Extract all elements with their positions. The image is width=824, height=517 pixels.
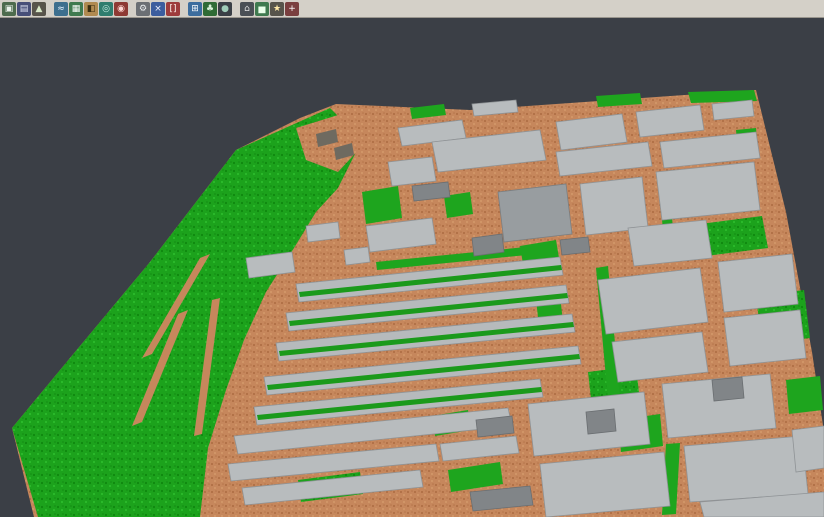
building-dark — [586, 409, 616, 434]
clip-brackets-icon[interactable]: [] — [166, 2, 180, 16]
building — [724, 310, 806, 366]
building — [656, 162, 760, 220]
world-icon[interactable]: ● — [218, 2, 232, 16]
grid-view-icon[interactable]: ⊞ — [188, 2, 202, 16]
histogram-icon[interactable]: ▅ — [255, 2, 269, 16]
volume-box-icon[interactable]: ◧ — [84, 2, 98, 16]
application-window: ▣▤▲ ≈▦◧◎◉ ⚙×[] ⊞♣● ⌂▅★+ — [0, 0, 824, 517]
settings-gear-icon[interactable]: ⚙ — [136, 2, 150, 16]
home-view-icon[interactable]: ⌂ — [240, 2, 254, 16]
building-dark — [472, 234, 504, 256]
layers-icon[interactable]: ▦ — [69, 2, 83, 16]
building-dark — [560, 237, 590, 255]
vegetation-icon[interactable]: ♣ — [203, 2, 217, 16]
building — [540, 452, 670, 517]
building — [598, 268, 708, 334]
delete-cross-icon[interactable]: × — [151, 2, 165, 16]
terrain-icon[interactable]: ▲ — [32, 2, 46, 16]
toolbar: ▣▤▲ ≈▦◧◎◉ ⚙×[] ⊞♣● ⌂▅★+ — [0, 0, 824, 18]
screen-capture-icon[interactable]: ▣ — [2, 2, 16, 16]
building — [306, 222, 340, 242]
building — [718, 254, 798, 312]
add-icon[interactable]: + — [285, 2, 299, 16]
building — [792, 426, 824, 472]
3d-viewport[interactable] — [0, 0, 824, 517]
building-dark — [712, 377, 744, 401]
record-icon[interactable]: ◉ — [114, 2, 128, 16]
building — [712, 100, 754, 120]
point-cloud-scene[interactable] — [0, 0, 824, 517]
star-tool-icon[interactable]: ★ — [270, 2, 284, 16]
building-mid — [498, 184, 572, 242]
building — [344, 247, 370, 265]
globe-icon[interactable]: ◎ — [99, 2, 113, 16]
water-level-icon[interactable]: ≈ — [54, 2, 68, 16]
image-layer-icon[interactable]: ▤ — [17, 2, 31, 16]
vegetation-patch — [786, 376, 823, 414]
building — [628, 220, 712, 266]
building — [684, 436, 808, 502]
building-dark — [476, 416, 514, 437]
building — [580, 177, 648, 235]
vegetation-patch — [362, 186, 402, 224]
building — [388, 157, 436, 186]
